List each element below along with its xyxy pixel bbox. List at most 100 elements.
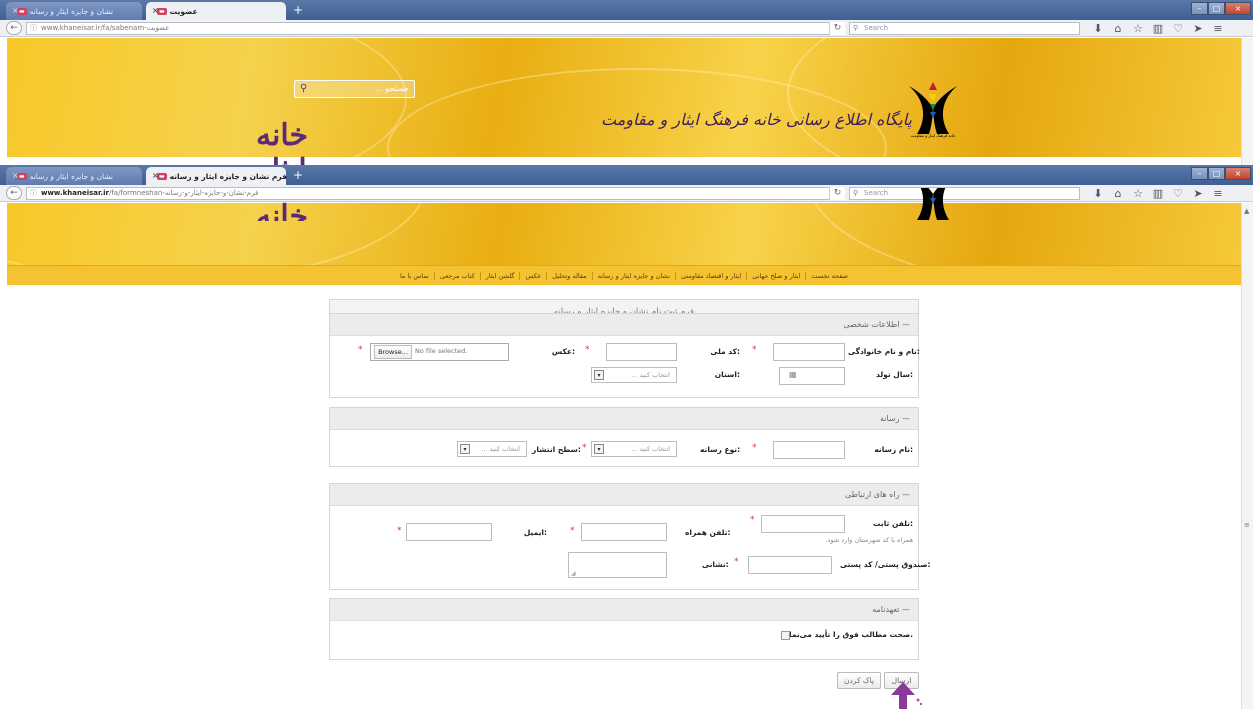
send-icon[interactable]: ➤	[1188, 22, 1208, 35]
dropdown-icon[interactable]: ▾	[594, 370, 604, 380]
search-icon: ⚲	[300, 83, 308, 94]
address-textarea[interactable]: ◢	[568, 552, 667, 578]
site-search-input[interactable]: ⚲ جستجو ...	[294, 80, 415, 98]
tab-active-bottom[interactable]: × فرم نشان و جایزه ایثار و رسانه ▬	[146, 167, 287, 185]
mobile-input[interactable]	[581, 523, 667, 541]
email-input[interactable]	[406, 523, 492, 541]
site-slogan: پایگاه اطلاع رسانی خانه فرهنگ ایثار و مق…	[600, 110, 912, 129]
phone-input[interactable]	[761, 515, 845, 533]
tab-active-top[interactable]: × عضویت ▬	[146, 2, 286, 20]
emblem-logo-icon: خانه فرهنگ ایثار و مقاومت	[909, 82, 957, 138]
national-code-input[interactable]	[606, 343, 677, 361]
home-icon[interactable]: ⌂	[1108, 187, 1128, 200]
calendar-icon[interactable]: ▦	[789, 370, 797, 379]
nav-item[interactable]: صفحه نخست	[805, 271, 853, 280]
nav-item[interactable]: مقاله وتحلیل	[546, 271, 591, 280]
media-type-label: نوع رسانه:	[700, 445, 741, 454]
nav-item[interactable]: تماس با ما	[395, 272, 434, 280]
postal-code-label: صندوق پستی/ کد پستی:	[840, 560, 931, 569]
library-icon[interactable]: ▥	[1148, 22, 1168, 35]
search-icon: ⚲	[853, 24, 859, 32]
download-icon[interactable]: ⬇	[1088, 187, 1108, 200]
pocket-icon[interactable]: ♡	[1168, 22, 1188, 35]
panel-heading: — تعهدنامه	[330, 599, 918, 621]
maximize-button[interactable]: □	[1208, 167, 1225, 180]
nav-toolbar-top: ← ⓘ www.khaneisar.ir/fa/sabenam-عضویت ↻ …	[0, 20, 1253, 37]
phone-hint: همراه با کد شهرستان وارد شود.	[825, 536, 913, 544]
resize-handle-icon[interactable]: ◢	[571, 570, 576, 577]
minimize-button[interactable]: –	[1191, 167, 1208, 180]
nav-item[interactable]: کتاب مرجعی	[433, 271, 480, 280]
close-window-button[interactable]: ×	[1225, 167, 1251, 180]
dropdown-icon[interactable]: ▾	[460, 444, 470, 454]
national-code-label: کد ملی:	[710, 347, 740, 356]
back-button[interactable]: ←	[6, 186, 22, 200]
nav-item[interactable]: گلشن ایثار	[479, 271, 520, 280]
scope-label: سطح انتشار:	[532, 445, 581, 454]
search-input[interactable]: ⚲ Search	[849, 187, 1080, 200]
library-icon[interactable]: ▥	[1148, 187, 1168, 200]
close-tab-icon[interactable]: ×	[12, 171, 19, 180]
media-type-select[interactable]: ▾ انتخاب کنید ...	[591, 441, 677, 457]
new-tab-button[interactable]: +	[290, 168, 306, 183]
menu-icon[interactable]: ≡	[1208, 22, 1228, 35]
pledge-row: صحت مطالب فوق را تأیید می‌نمایم.	[780, 630, 913, 639]
close-tab-icon[interactable]: ×	[12, 6, 19, 15]
nav-item[interactable]: عکس	[519, 271, 546, 280]
toolbar-icons: ⬇ ⌂ ☆ ▥ ♡ ➤ ≡	[1088, 187, 1228, 200]
bookmark-star-icon[interactable]: ☆	[1128, 22, 1148, 35]
url-bar[interactable]: ⓘ www.khaneisar.ir/fa/formneshan-فرم-نشا…	[26, 187, 845, 200]
toolbar-icons: ⬇ ⌂ ☆ ▥ ♡ ➤ ≡	[1088, 22, 1228, 35]
nav-item[interactable]: ایثار و صلح جهانی	[746, 271, 805, 280]
name-input[interactable]	[773, 343, 845, 361]
arrow-up-icon	[891, 682, 923, 709]
maximize-button[interactable]: □	[1208, 2, 1225, 15]
photo-label: عکس:	[551, 347, 575, 356]
send-icon[interactable]: ➤	[1188, 187, 1208, 200]
info-icon[interactable]: ⓘ	[30, 188, 37, 199]
scope-select[interactable]: ▾ انتخاب کنید ...	[457, 441, 527, 457]
nav-item[interactable]: نشان و جایزه ایثار و رسانه	[591, 271, 675, 280]
pledge-checkbox[interactable]	[781, 631, 790, 640]
url-host: www.khaneisar.ir	[41, 24, 101, 32]
pocket-icon[interactable]: ♡	[1168, 187, 1188, 200]
dropdown-icon[interactable]: ▾	[594, 444, 604, 454]
url-bar[interactable]: ⓘ www.khaneisar.ir/fa/sabenam-عضویت	[26, 22, 845, 35]
nav-item[interactable]: ایثار و اقتصاد مقاومتی	[675, 271, 746, 280]
download-icon[interactable]: ⬇	[1088, 22, 1108, 35]
tab-inactive-top[interactable]: × نشان و جایزه ایثار و رسانه ▬	[6, 2, 142, 20]
minimize-button[interactable]: –	[1191, 2, 1208, 15]
site-banner-top	[7, 38, 1241, 157]
media-name-input[interactable]	[773, 441, 845, 459]
close-window-button[interactable]: ×	[1225, 2, 1251, 15]
tab-inactive-bottom[interactable]: × نشان و جایزه ایثار و رسانه ▬	[6, 167, 142, 185]
panel-heading: — اطلاعات شخصی	[330, 314, 918, 336]
home-icon[interactable]: ⌂	[1108, 22, 1128, 35]
info-icon[interactable]: ⓘ	[30, 23, 37, 34]
province-select[interactable]: ▾ انتخاب کنید ...	[591, 367, 677, 383]
scrollbar-bottom[interactable]: ▲ ≡	[1241, 203, 1253, 709]
url-path: /fa/sabenam-عضویت	[100, 24, 170, 32]
browse-button[interactable]: Browse...	[374, 345, 412, 359]
bookmark-star-icon[interactable]: ☆	[1128, 187, 1148, 200]
tab-title: نشان و جایزه ایثار و رسانه	[29, 6, 114, 16]
tab-strip-bottom: × نشان و جایزه ایثار و رسانه ▬ × فرم نشان…	[0, 165, 1253, 185]
close-tab-icon[interactable]: ×	[152, 171, 159, 180]
site-logo[interactable]: خانه ایثار	[233, 199, 331, 221]
reload-icon[interactable]: ↻	[829, 22, 845, 35]
window-controls: – □ ×	[1191, 167, 1251, 180]
new-tab-button[interactable]: +	[290, 3, 306, 18]
scrollbar-top[interactable]	[1241, 38, 1253, 165]
photo-file-input[interactable]: Browse... No file selected.	[370, 343, 509, 361]
svg-text:خانه فرهنگ ایثار و مقاومت: خانه فرهنگ ایثار و مقاومت	[911, 133, 956, 138]
back-button[interactable]: ←	[6, 21, 22, 35]
window-controls: – □ ×	[1191, 2, 1251, 15]
birth-year-input[interactable]: ▦	[779, 367, 845, 385]
reload-icon[interactable]: ↻	[829, 187, 845, 200]
postal-code-input[interactable]	[748, 556, 832, 574]
menu-icon[interactable]: ≡	[1208, 187, 1228, 200]
reset-button[interactable]: پاک کردن	[837, 672, 881, 689]
close-tab-icon[interactable]: ×	[152, 6, 159, 15]
site-logo[interactable]: خانه ایثار	[233, 118, 331, 188]
search-input[interactable]: ⚲ Search	[849, 22, 1080, 35]
